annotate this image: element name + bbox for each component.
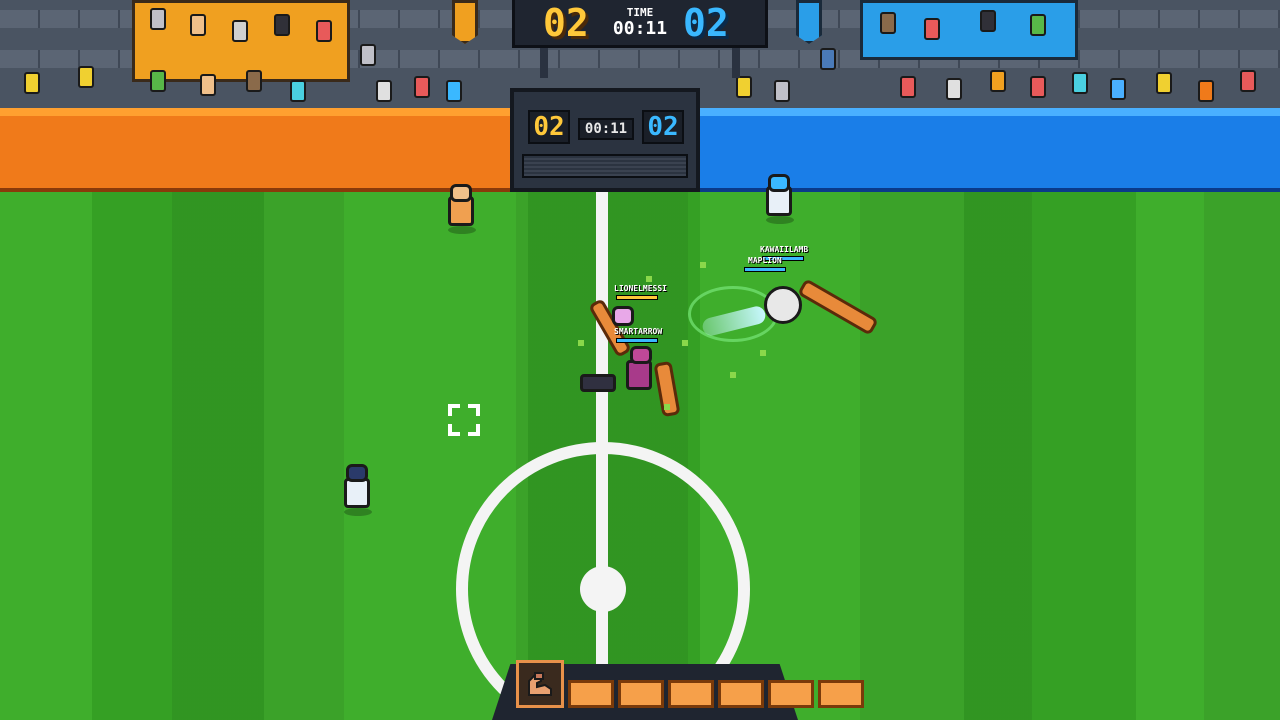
soccer-ball — [764, 286, 802, 324]
center-spot — [580, 566, 626, 612]
field-scoreboard: 02 00:11 02 — [510, 88, 700, 192]
player-health-bar — [744, 267, 786, 272]
blue-banner — [796, 0, 822, 44]
crowd-fan — [414, 76, 430, 98]
crowd-fan — [736, 76, 752, 98]
aim-reticle-icon — [448, 404, 480, 436]
spark-particle — [700, 262, 706, 268]
crowd-fan — [1110, 78, 1126, 100]
crowd-fan — [200, 74, 216, 96]
crowd-fan — [946, 78, 962, 100]
top-scoreboard: 02 TIME 00:11 02 — [512, 0, 768, 48]
crowd-fan — [290, 80, 306, 102]
game-stage: 02 TIME 00:11 02 02 00:11 02 LIONELMESSI… — [0, 0, 1280, 720]
orange-banner — [452, 0, 478, 44]
crowd-fan — [274, 14, 290, 36]
blue-player-sprite — [764, 172, 794, 224]
crowd-fan — [446, 80, 462, 102]
scoreboard-post — [732, 48, 740, 78]
power-segments — [568, 680, 864, 708]
crowd-fan — [1030, 14, 1046, 36]
power-segment — [818, 680, 864, 708]
board-blue-score: 02 — [642, 110, 684, 144]
fallen-player-sprite — [580, 372, 620, 396]
crowd-fan — [78, 66, 94, 88]
crowd-fan — [246, 70, 262, 92]
crowd-fan — [232, 20, 248, 42]
navy-player-sprite — [340, 462, 372, 518]
player-name-lionelmessi: LIONELMESSI — [614, 284, 667, 293]
crowd-fan — [150, 70, 166, 92]
scoreboard-post — [540, 48, 548, 78]
crowd-fan — [316, 20, 332, 42]
crowd-fan — [990, 70, 1006, 92]
crowd-fan — [150, 8, 166, 30]
crowd-fan — [774, 80, 790, 102]
orange-team-wall — [0, 108, 510, 192]
crowd-fan — [880, 12, 896, 34]
board-orange-score: 02 — [528, 110, 570, 144]
spark-particle — [730, 372, 736, 378]
power-segment — [668, 680, 714, 708]
crowd-fan — [1030, 76, 1046, 98]
orange-player-sprite — [446, 184, 476, 234]
spark-particle — [682, 340, 688, 346]
crowd-fan — [924, 18, 940, 40]
player-health-bar — [616, 295, 658, 300]
flexed-arm-icon — [516, 660, 564, 708]
crowd-fan — [1240, 70, 1256, 92]
spark-particle — [760, 350, 766, 356]
spark-particle — [578, 340, 584, 346]
power-segment — [718, 680, 764, 708]
player-name-maplion: MAPLION — [748, 256, 782, 265]
spark-particle — [664, 404, 670, 410]
player-health-bar — [616, 338, 658, 343]
striker-player-sprite — [624, 344, 658, 396]
crowd-fan — [190, 14, 206, 36]
spark-particle — [646, 276, 652, 282]
crowd-fan — [360, 44, 376, 66]
crowd-fan — [980, 10, 996, 32]
power-segment — [568, 680, 614, 708]
crowd-fan — [820, 48, 836, 70]
crowd-fan — [376, 80, 392, 102]
player-name-kawaiilamb: KAWAIILAMB — [760, 245, 809, 254]
crowd-fan — [900, 76, 916, 98]
power-segment — [618, 680, 664, 708]
crowd-fan — [1198, 80, 1214, 102]
board-screen — [522, 154, 688, 178]
board-timer: 00:11 — [578, 118, 634, 140]
crowd-fan — [24, 72, 40, 94]
crowd-fan — [1156, 72, 1172, 94]
player-name-smartarrow: SMARTARROW — [614, 327, 663, 336]
blue-team-score: 02 — [683, 1, 729, 45]
power-segment — [768, 680, 814, 708]
crowd-fan — [1072, 72, 1088, 94]
